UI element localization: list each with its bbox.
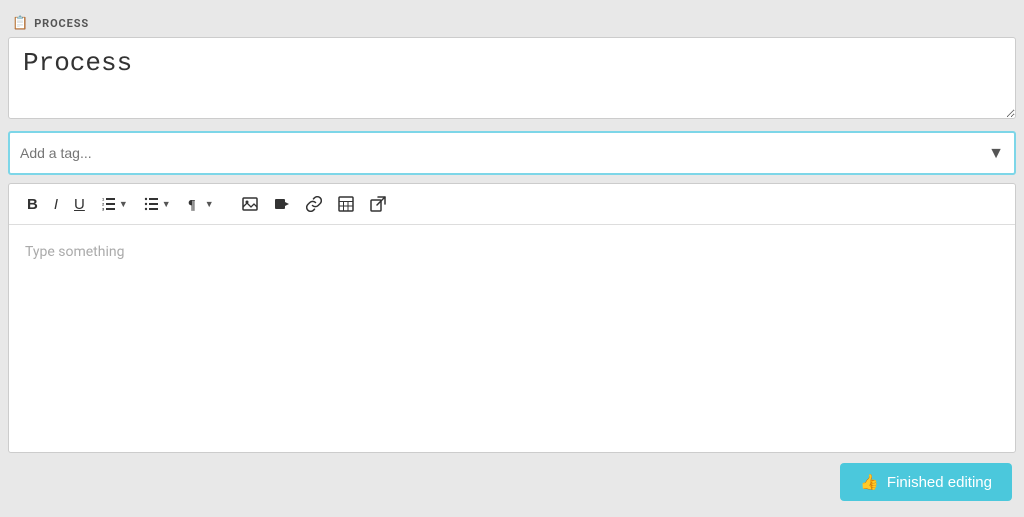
editor-placeholder: Type something <box>25 244 124 260</box>
finished-editing-button[interactable]: 👍 Finished editing <box>840 463 1012 501</box>
section-header: 📋 PROCESS <box>8 16 1016 31</box>
link-icon <box>306 196 322 212</box>
bottom-bar: 👍 Finished editing <box>8 453 1016 501</box>
thumbs-up-icon: 👍 <box>860 473 879 491</box>
ordered-list-button[interactable]: 1 2 3 ▼ <box>95 192 134 216</box>
toolbar: B I U 1 2 3 ▼ <box>9 184 1015 225</box>
paragraph-button[interactable]: ¶ ▼ <box>181 192 220 216</box>
page-wrapper: 📋 PROCESS Process ▼ B I U 1 <box>0 0 1024 517</box>
editor-body[interactable]: Type something <box>9 225 1015 445</box>
bold-button[interactable]: B <box>21 193 44 216</box>
underline-button[interactable]: U <box>68 193 91 216</box>
video-icon <box>274 196 290 212</box>
image-button[interactable] <box>236 192 264 216</box>
table-button[interactable] <box>332 192 360 216</box>
tag-input[interactable] <box>20 145 988 161</box>
video-button[interactable] <box>268 192 296 216</box>
title-input[interactable]: Process <box>8 37 1016 119</box>
svg-text:¶: ¶ <box>188 198 196 212</box>
tag-container: ▼ <box>8 131 1016 175</box>
unordered-list-button[interactable]: ▼ <box>138 192 177 216</box>
svg-text:3: 3 <box>102 207 105 212</box>
table-icon <box>338 196 354 212</box>
section-title: PROCESS <box>34 17 89 30</box>
finished-editing-label: Finished editing <box>887 474 992 491</box>
tag-chevron-icon[interactable]: ▼ <box>988 143 1004 163</box>
unordered-list-icon <box>144 196 160 212</box>
editor-container: B I U 1 2 3 ▼ <box>8 183 1016 453</box>
external-link-icon <box>370 196 386 212</box>
ordered-list-icon: 1 2 3 <box>101 196 117 212</box>
clipboard-icon: 📋 <box>12 16 28 31</box>
image-icon <box>242 196 258 212</box>
external-link-button[interactable] <box>364 192 392 216</box>
italic-button[interactable]: I <box>48 193 64 216</box>
link-button[interactable] <box>300 192 328 216</box>
paragraph-icon: ¶ <box>187 196 203 212</box>
